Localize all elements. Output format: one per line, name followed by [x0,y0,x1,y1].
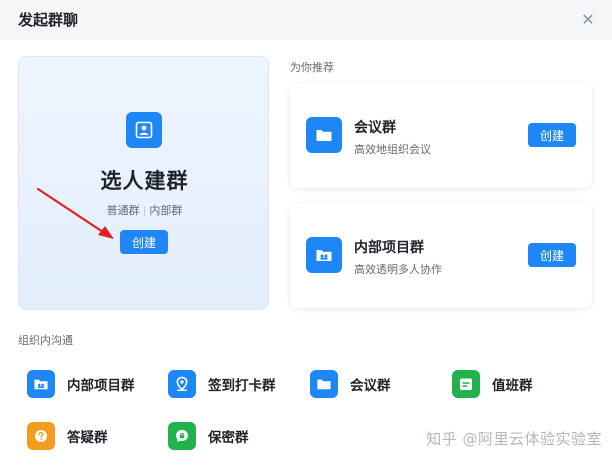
org-item-label: 答疑群 [67,430,108,446]
recommend-desc: 高效透明多人协作 [354,263,442,276]
hero-create-button[interactable]: 创建 [120,230,168,254]
org-item-qa[interactable]: 答疑群 [27,420,108,452]
create-meeting-button[interactable]: 创建 [528,123,576,147]
recommend-card-meeting[interactable]: 会议群 高效地组织会议 创建 [290,84,592,188]
user-icon [126,112,162,148]
org-item-label: 会议群 [350,378,391,394]
dialog-title: 发起群聊 [18,11,79,29]
recommend-name: 会议群 [354,120,396,136]
calendar-icon [452,370,480,398]
location-icon [168,370,196,398]
select-people-card[interactable]: 选人建群 普通群 | 内部群 创建 [18,56,269,310]
org-item-label: 值班群 [492,378,533,394]
dialog-header: 发起群聊 ✕ [0,0,612,40]
org-item-label: 保密群 [208,430,249,446]
create-project-button[interactable]: 创建 [528,243,576,267]
project-folder-icon [306,237,342,273]
recommend-label: 为你推荐 [290,61,334,74]
org-item-meeting[interactable]: 会议群 [310,368,391,400]
org-item-checkin[interactable]: 签到打卡群 [168,368,276,400]
tag-internal-group: 内部群 [149,204,183,217]
question-icon [27,422,55,450]
org-item-label: 签到打卡群 [208,378,276,394]
folder-icon [306,117,342,153]
watermark-text: 知乎 @阿里云体验实验室 [426,430,602,448]
project-folder-icon [27,370,55,398]
recommend-name: 内部项目群 [354,240,424,256]
recommend-desc: 高效地组织会议 [354,143,431,156]
annotation-arrow [36,187,114,239]
recommend-card-project[interactable]: 内部项目群 高效透明多人协作 创建 [290,204,592,308]
org-item-duty[interactable]: 值班群 [452,368,533,400]
org-item-label: 内部项目群 [67,378,135,394]
close-icon[interactable]: ✕ [578,9,598,29]
org-item-project[interactable]: 内部项目群 [27,368,135,400]
folder-icon [310,370,338,398]
org-section-label: 组织内沟通 [18,334,73,347]
org-item-secret[interactable]: 保密群 [168,420,249,452]
secret-chat-icon [168,422,196,450]
tag-separator: | [142,204,147,217]
